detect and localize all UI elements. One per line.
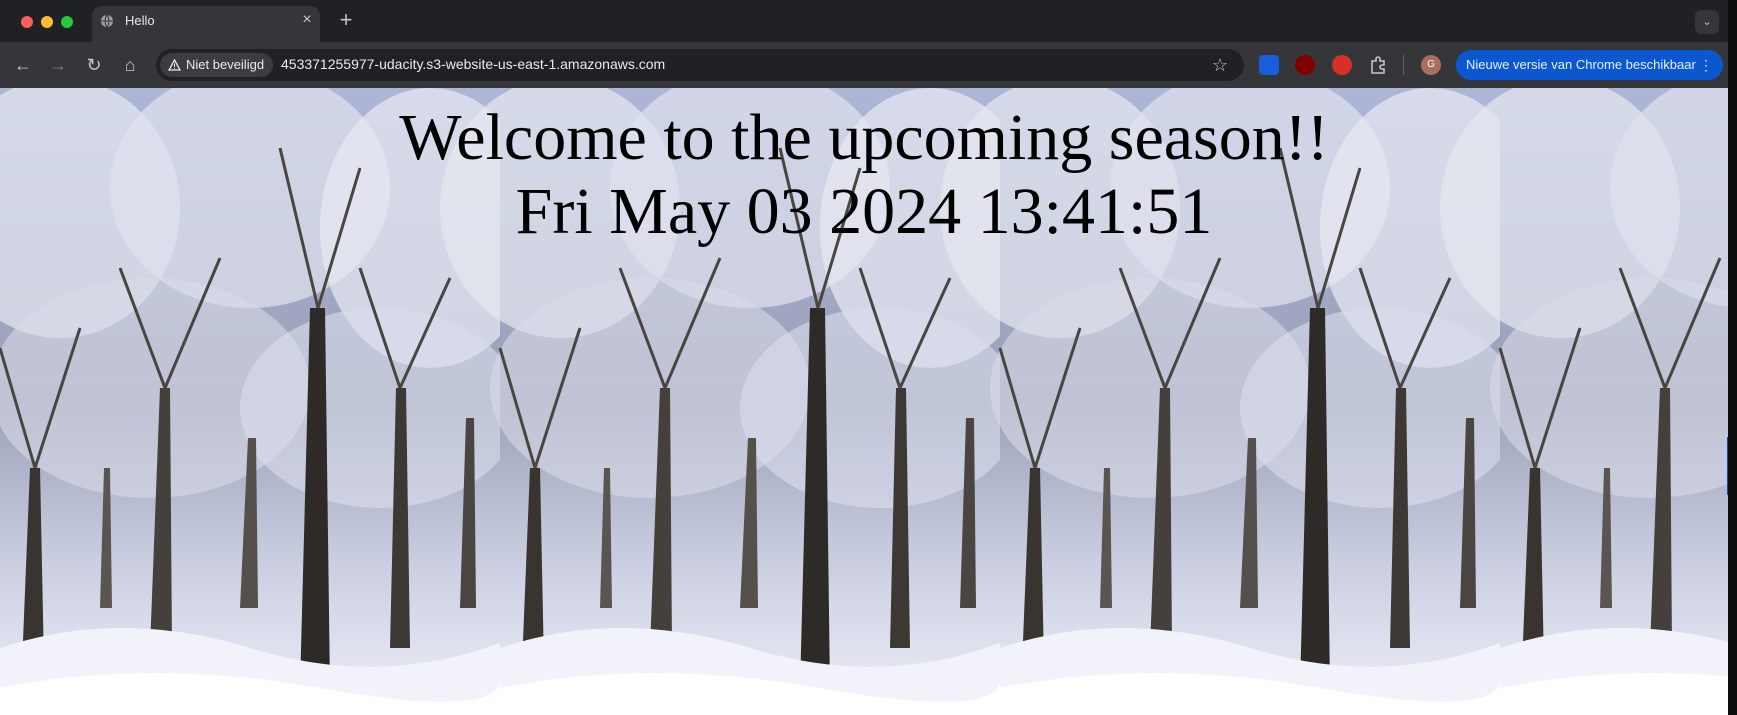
bitwarden-icon[interactable] <box>1259 55 1279 75</box>
warning-icon <box>168 59 181 71</box>
red-hand-icon[interactable] <box>1332 55 1352 75</box>
more-menu-icon[interactable]: ⋮ <box>1699 50 1713 80</box>
security-label: Niet beveiligd <box>186 57 265 72</box>
tab-title: Hello <box>125 13 155 28</box>
security-chip[interactable]: Niet beveiligd <box>160 53 274 77</box>
page-content: Welcome to the upcoming season!! Fri May… <box>0 88 1728 715</box>
reload-button[interactable]: ↻ <box>83 54 105 76</box>
forward-button[interactable]: → <box>47 54 69 76</box>
window-edge <box>1728 0 1737 715</box>
chrome-update-button[interactable]: Nieuwe versie van Chrome beschikbaar ⋮ <box>1456 50 1723 80</box>
close-tab-icon[interactable]: × <box>299 12 315 28</box>
minimize-window-button[interactable] <box>41 16 53 28</box>
new-tab-button[interactable]: + <box>335 9 357 32</box>
url-text[interactable]: 453371255977-udacity.s3-website-us-east-… <box>281 56 665 72</box>
toolbar-divider <box>1403 55 1404 75</box>
tab-strip: Hello × + ⌄ <box>0 0 1728 42</box>
puzzle-icon[interactable] <box>1368 55 1388 75</box>
tab-search-icon[interactable]: ⌄ <box>1695 10 1719 34</box>
bookmark-star-icon[interactable]: ☆ <box>1209 54 1231 76</box>
update-label: Nieuwe versie van Chrome beschikbaar <box>1466 57 1696 72</box>
ublock-icon[interactable] <box>1295 55 1315 75</box>
globe-icon <box>101 14 113 28</box>
fullscreen-window-button[interactable] <box>61 16 73 28</box>
current-datetime: Fri May 03 2024 13:41:51 <box>515 175 1213 248</box>
profile-avatar[interactable]: G <box>1421 55 1441 75</box>
close-window-button[interactable] <box>21 16 33 28</box>
home-button[interactable]: ⌂ <box>119 54 141 76</box>
page-title: Welcome to the upcoming season!! <box>399 101 1329 174</box>
back-button[interactable]: ← <box>12 54 34 76</box>
